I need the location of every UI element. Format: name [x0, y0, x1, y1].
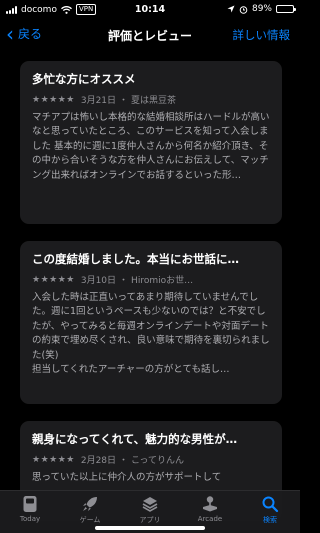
joystick-icon [203, 496, 217, 512]
more-info-link[interactable]: 詳しい情報 [233, 27, 291, 43]
review-date: 2月28日 [80, 456, 117, 466]
search-icon [262, 496, 279, 513]
status-bar: docomo VPN 10:14 89% [0, 0, 300, 20]
review-author: 夏は黒豆茶 [131, 96, 177, 106]
tab-label: ゲーム [79, 516, 101, 524]
review-title: 多忙な方にオススメ [32, 72, 136, 86]
review-body: マチアプは怖いし本格的な結婚相談所はハードルが高いなと思っていたところ、このサー… [32, 112, 270, 181]
battery-percent: 89% [251, 4, 272, 14]
tab-label: アプリ [139, 516, 161, 524]
review-card[interactable]: この度結婚しました。本当にお世話に… ★★★★★ 3月10日 ・ Hiromio… [20, 241, 282, 404]
location-arrow-icon [227, 5, 235, 13]
review-date: 3月21日 [80, 96, 117, 106]
layers-icon [142, 497, 158, 512]
review-title: この度結婚しました。本当にお世話に… [32, 252, 239, 266]
star-rating: ★★★★★ [32, 94, 75, 105]
review-author: こってりんん [131, 456, 184, 466]
nav-bar: ‹ 戻る 評価とレビュー 詳しい情報 [0, 20, 300, 48]
review-meta: ★★★★★ 3月21日 ・ 夏は黒豆茶 [32, 93, 270, 107]
review-meta: ★★★★★ 3月10日 ・ Hiromioお世… [32, 273, 270, 287]
review-card[interactable]: 多忙な方にオススメ ★★★★★ 3月21日 ・ 夏は黒豆茶 マチアプは怖いし本格… [20, 61, 282, 224]
today-icon [23, 496, 37, 512]
review-meta: ★★★★★ 2月28日 ・ こってりんん [32, 453, 270, 467]
status-right: 89% [227, 4, 296, 14]
meta-separator: ・ [119, 96, 129, 106]
tab-label: Today [19, 515, 41, 523]
star-rating: ★★★★★ [32, 454, 75, 465]
tab-today[interactable]: Today [0, 491, 60, 533]
meta-separator: ・ [119, 456, 129, 466]
battery-icon [276, 5, 296, 13]
star-rating: ★★★★★ [32, 274, 75, 285]
review-date: 3月10日 [80, 276, 117, 286]
meta-separator: ・ [119, 276, 129, 286]
review-author: Hiromioお世… [131, 276, 194, 286]
tab-search[interactable]: 検索 [240, 491, 300, 533]
tab-label: 検索 [263, 516, 277, 524]
review-body: 入会した時は正直いってあまり期待していませんでした。週に1回というペースも少ない… [32, 292, 270, 376]
review-title: 親身になってくれて、魅力的な男性が… [32, 432, 238, 446]
home-indicator [95, 526, 205, 530]
tab-label: Arcade [197, 515, 223, 523]
alarm-icon [239, 5, 248, 14]
rocket-icon [83, 497, 97, 511]
